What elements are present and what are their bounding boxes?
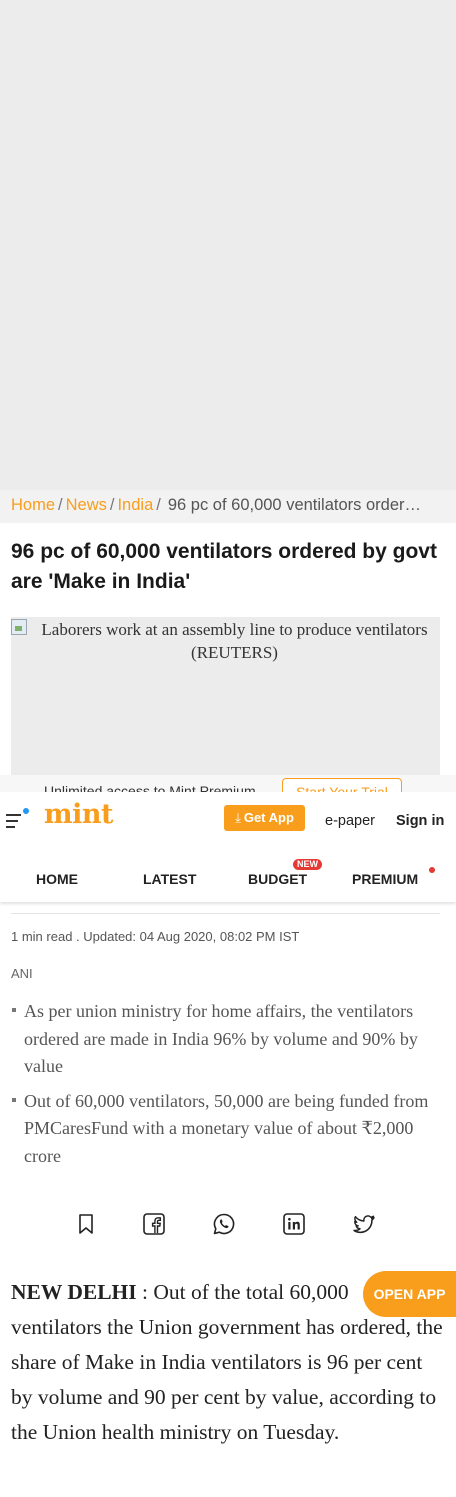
- image-alt-text: Laborers work at an assembly line to pro…: [41, 620, 428, 662]
- article-dateline: NEW DELHI: [11, 1280, 137, 1304]
- breadcrumb: Home / News / India/96 pc of 60,000 ventilat…: [0, 490, 456, 523]
- tab-budget[interactable]: BUDGET: [248, 871, 307, 887]
- premium-promo-strip: Unlimited access to Mint Premium Start Y…: [0, 775, 456, 792]
- notification-dot: [23, 808, 29, 814]
- breadcrumb-separator: /: [109, 496, 115, 514]
- breadcrumb-home-link[interactable]: Home: [11, 496, 55, 514]
- article-hero-image: Laborers work at an assembly line to pro…: [11, 617, 440, 775]
- open-app-button[interactable]: OPEN APP: [363, 1271, 456, 1317]
- article-meta: 1 min read . Updated: 04 Aug 2020, 08:02…: [11, 929, 300, 944]
- summary-item: Out of 60,000 ventilators, 50,000 are be…: [11, 1088, 441, 1171]
- tab-latest[interactable]: LATEST: [143, 871, 196, 887]
- breadcrumb-news-link[interactable]: News: [66, 496, 107, 514]
- get-app-button[interactable]: ⤓ Get App: [224, 805, 305, 831]
- start-trial-button[interactable]: Start Your Trial: [282, 778, 402, 792]
- divider: [11, 913, 440, 914]
- bookmark-icon[interactable]: [74, 1212, 98, 1236]
- ad-placeholder: [0, 0, 456, 490]
- linkedin-icon[interactable]: [282, 1212, 306, 1236]
- whatsapp-icon[interactable]: [212, 1212, 236, 1236]
- breadcrumb-separator: /: [58, 496, 63, 514]
- download-icon: ⤓: [235, 810, 241, 825]
- premium-indicator-dot: [429, 867, 435, 873]
- broken-image-icon: [11, 619, 27, 635]
- twitter-icon[interactable]: [352, 1212, 376, 1236]
- facebook-icon[interactable]: [142, 1212, 166, 1236]
- breadcrumb-india-link[interactable]: India: [117, 496, 153, 514]
- summary-item: As per union ministry for home affairs, …: [11, 998, 441, 1081]
- tab-premium[interactable]: PREMIUM: [352, 871, 418, 887]
- get-app-label: Get App: [243, 810, 294, 825]
- tab-home[interactable]: HOME: [36, 871, 78, 887]
- new-badge: NEW: [293, 859, 322, 870]
- share-bar: [0, 1208, 456, 1242]
- premium-promo-text: Unlimited access to Mint Premium: [44, 783, 256, 792]
- epaper-link[interactable]: e-paper: [325, 813, 375, 829]
- article-source: ANI: [11, 966, 33, 981]
- article-headline: 96 pc of 60,000 ventilators ordered by g…: [11, 540, 437, 593]
- mint-logo[interactable]: mint: [44, 799, 113, 830]
- section-tabs: HOME LATEST BUDGET NEW PREMIUM: [0, 852, 456, 902]
- top-navigation-bar: mint ⤓ Get App e-paper Sign in: [0, 792, 456, 853]
- breadcrumb-separator: /: [156, 496, 161, 514]
- article-summary: As per union ministry for home affairs, …: [11, 998, 441, 1177]
- hamburger-menu-icon[interactable]: [6, 808, 29, 828]
- breadcrumb-current: 96 pc of 60,000 ventilators ordered by g…: [167, 496, 426, 514]
- sign-in-link[interactable]: Sign in: [396, 813, 444, 829]
